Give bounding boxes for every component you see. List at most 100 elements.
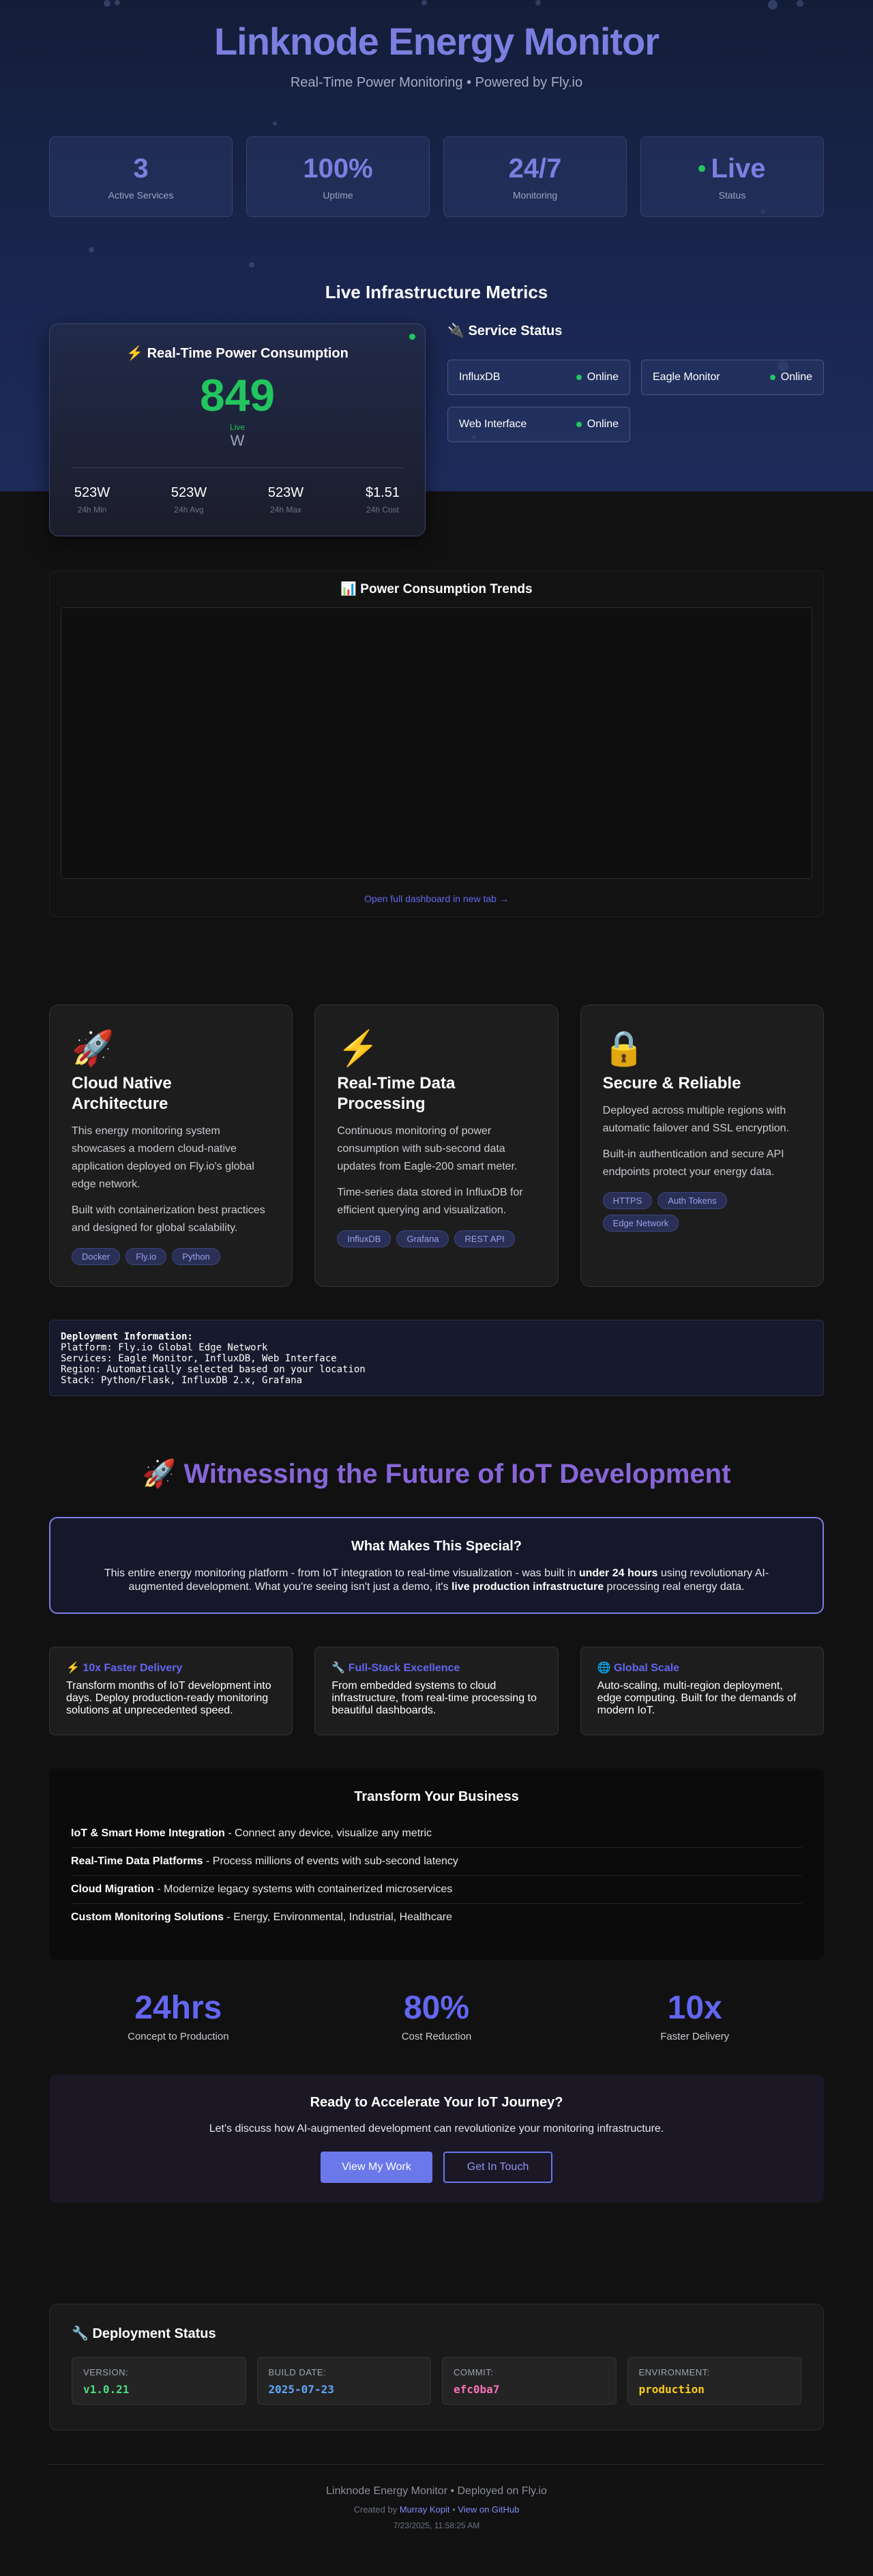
benefit-title: ⚡ 10x Faster Delivery bbox=[66, 1662, 183, 1674]
impact-stat: 10x Faster Delivery bbox=[565, 1989, 824, 2051]
special-text-part: processing real energy data. bbox=[604, 1581, 745, 1593]
impact-stats-row: 24hrs Concept to Production 80% Cost Red… bbox=[49, 1989, 824, 2051]
business-item-title: IoT & Smart Home Integration bbox=[71, 1827, 225, 1839]
service-name: Eagle Monitor bbox=[653, 371, 720, 383]
footer-timestamp: 7/23/2025, 11:58:25 AM bbox=[393, 2521, 480, 2530]
service-status: Online bbox=[769, 371, 812, 383]
github-link[interactable]: View on GitHub bbox=[458, 2504, 519, 2515]
tag: Grafana bbox=[396, 1230, 449, 1247]
lock-icon: 🔒 bbox=[602, 1029, 645, 1067]
business-item: Real-Time Data Platforms - Process milli… bbox=[71, 1848, 802, 1876]
dashboard-embed-frame[interactable] bbox=[61, 607, 812, 879]
service-status-text: Online bbox=[780, 371, 812, 383]
deployment-info-line: Region: Automatically selected based on … bbox=[61, 1364, 366, 1375]
stat-value: Live bbox=[711, 153, 766, 184]
tag-list: Docker Fly.io Python bbox=[72, 1248, 270, 1265]
feature-card-cloud-native: 🚀 Cloud Native Architecture This energy … bbox=[49, 1004, 293, 1287]
get-in-touch-button[interactable]: Get In Touch bbox=[443, 2152, 552, 2183]
feature-text: Continuous monitoring of power consumpti… bbox=[337, 1125, 518, 1172]
footer-tagline: Linknode Energy Monitor • Deployed on Fl… bbox=[326, 2485, 547, 2497]
business-item: Cloud Migration - Modernize legacy syste… bbox=[71, 1876, 802, 1904]
tag-list: InfluxDB Grafana REST API bbox=[337, 1230, 535, 1247]
feature-card-secure: 🔒 Secure & Reliable Deployed across mult… bbox=[580, 1004, 824, 1287]
online-dot-icon bbox=[769, 375, 775, 380]
live-label: Live bbox=[229, 422, 245, 432]
power-card-title: ⚡ Real-Time Power Consumption bbox=[126, 346, 349, 361]
deployment-info-line: Services: Eagle Monitor, InfluxDB, Web I… bbox=[61, 1353, 337, 1364]
service-status-text: Online bbox=[587, 418, 619, 430]
stat-value: 3 bbox=[133, 153, 149, 184]
status-value: production bbox=[638, 2383, 705, 2396]
business-item-text: - Modernize legacy systems with containe… bbox=[153, 1883, 453, 1895]
power-stat-value: 523W bbox=[74, 485, 110, 500]
business-item: IoT & Smart Home Integration - Connect a… bbox=[71, 1820, 802, 1848]
power-unit: W bbox=[230, 432, 245, 449]
business-item-title: Custom Monitoring Solutions bbox=[71, 1911, 224, 1923]
tag: InfluxDB bbox=[337, 1230, 391, 1247]
business-title: Transform Your Business bbox=[354, 1789, 519, 1804]
online-dot-icon bbox=[576, 422, 582, 427]
feature-title: Cloud Native Architecture bbox=[72, 1074, 172, 1113]
service-name: Web Interface bbox=[459, 418, 527, 430]
metrics-heading: Live Infrastructure Metrics bbox=[325, 282, 548, 302]
trends-title: 📊 Power Consumption Trends bbox=[340, 582, 533, 596]
feature-title: Secure & Reliable bbox=[602, 1074, 741, 1092]
power-stat-value: 523W bbox=[267, 485, 304, 500]
business-item-title: Cloud Migration bbox=[71, 1883, 154, 1895]
deployment-status-grid: VERSION: v1.0.21 BUILD DATE: 2025-07-23 … bbox=[72, 2357, 801, 2405]
tag: Edge Network bbox=[602, 1215, 679, 1232]
service-status-heading: 🔌 Service Status bbox=[447, 323, 563, 338]
footer-divider bbox=[49, 2464, 824, 2465]
power-stat-label: 24h Cost bbox=[366, 505, 400, 515]
power-stat-min: 523W 24h Min bbox=[72, 485, 113, 515]
stat-value: 100% bbox=[303, 153, 373, 184]
status-label: BUILD DATE: bbox=[268, 2367, 327, 2377]
stat-card-status: Live Status bbox=[640, 136, 824, 217]
service-item-web-interface: Web Interface Online bbox=[447, 407, 630, 442]
power-stat-max: 523W 24h Max bbox=[265, 485, 306, 515]
live-indicator-dot bbox=[409, 334, 415, 340]
transform-business-section: Transform Your Business IoT & Smart Home… bbox=[49, 1769, 824, 1960]
business-item-text: - Energy, Environmental, Industrial, Hea… bbox=[223, 1911, 452, 1923]
deployment-info-block: Deployment Information: Platform: Fly.io … bbox=[49, 1320, 824, 1396]
view-my-work-button[interactable]: View My Work bbox=[321, 2152, 432, 2183]
divider bbox=[72, 467, 403, 468]
impact-stat-value: 24hrs bbox=[134, 1990, 222, 2026]
service-status: Online bbox=[576, 371, 619, 383]
feature-title: Real-Time Data Processing bbox=[337, 1074, 456, 1113]
tag: Python bbox=[172, 1248, 220, 1265]
stat-card-uptime: 100% Uptime bbox=[246, 136, 430, 217]
impact-stat-label: Cost Reduction bbox=[401, 2031, 472, 2042]
impact-stat: 80% Cost Reduction bbox=[308, 1989, 566, 2051]
benefit-card-global: 🌐 Global Scale Auto-scaling, multi-regio… bbox=[580, 1647, 824, 1735]
benefit-cards-row: ⚡ 10x Faster Delivery Transform months o… bbox=[49, 1647, 824, 1735]
special-text-part: This entire energy monitoring platform -… bbox=[104, 1567, 579, 1579]
benefit-text: Transform months of IoT development into… bbox=[66, 1680, 271, 1716]
author-link[interactable]: Murray Kopit bbox=[400, 2504, 450, 2515]
page-title: Linknode Energy Monitor bbox=[213, 20, 660, 63]
status-value: efc0ba7 bbox=[454, 2383, 500, 2396]
impact-stat-label: Faster Delivery bbox=[660, 2031, 730, 2042]
benefit-text: Auto-scaling, multi-region deployment, e… bbox=[597, 1680, 797, 1716]
tag-list: HTTPS Auth Tokens Edge Network bbox=[602, 1192, 801, 1232]
impact-stat-label: Concept to Production bbox=[128, 2031, 229, 2042]
stat-label: Uptime bbox=[323, 189, 353, 201]
footer-credits: Created by Murray Kopit • View on GitHub bbox=[0, 2504, 873, 2515]
power-stat-cost: $1.51 24h Cost bbox=[362, 485, 403, 515]
feature-card-real-time: ⚡ Real-Time Data Processing Continuous m… bbox=[314, 1004, 559, 1287]
feature-text: This energy monitoring system showcases … bbox=[72, 1125, 254, 1190]
impact-stat-value: 10x bbox=[667, 1990, 722, 2026]
rocket-icon: 🚀 bbox=[72, 1029, 115, 1067]
deployment-status-panel: 🔧 Deployment Status VERSION: v1.0.21 BUI… bbox=[49, 2304, 824, 2431]
feature-text: Built-in authentication and secure API e… bbox=[602, 1148, 784, 1178]
stat-label: Monitoring bbox=[512, 189, 558, 201]
impact-stat: 24hrs Concept to Production bbox=[49, 1989, 308, 2051]
special-callout: What Makes This Special? This entire ene… bbox=[49, 1517, 824, 1614]
power-consumption-card: ⚡ Real-Time Power Consumption 849 Live W… bbox=[49, 323, 426, 536]
cta-buttons: View My Work Get In Touch bbox=[49, 2152, 824, 2183]
deployment-status-title: 🔧 Deployment Status bbox=[72, 2326, 216, 2341]
status-value: v1.0.21 bbox=[83, 2383, 130, 2396]
open-dashboard-link[interactable]: Open full dashboard in new tab → bbox=[50, 893, 823, 904]
special-highlight: under 24 hours bbox=[578, 1567, 658, 1579]
status-cell-commit: COMMIT: efc0ba7 bbox=[442, 2357, 617, 2405]
